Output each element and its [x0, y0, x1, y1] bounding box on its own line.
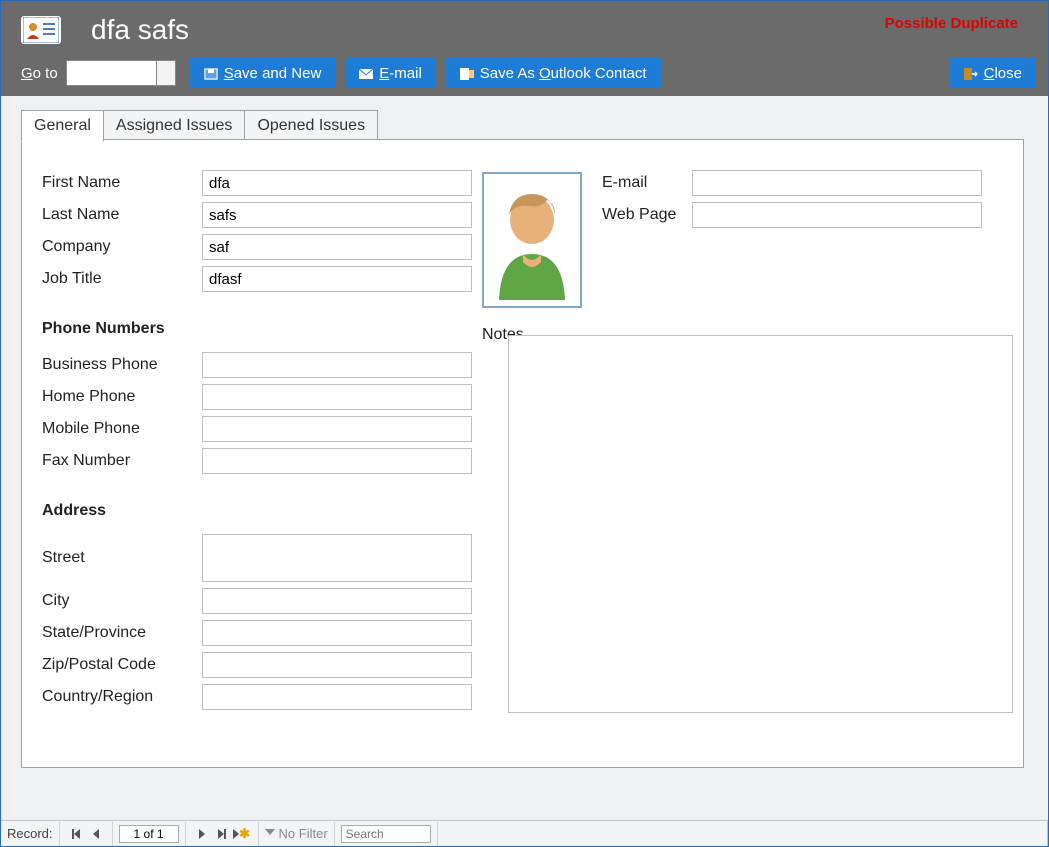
- filter-icon: [265, 829, 275, 839]
- email-input[interactable]: [692, 170, 982, 196]
- close-button[interactable]: Close: [950, 58, 1036, 88]
- phone-section-header: Phone Numbers: [42, 320, 482, 338]
- page-title: dfa safs: [91, 14, 189, 46]
- label-zip: Zip/Postal Code: [42, 656, 202, 674]
- label-country: Country/Region: [42, 688, 202, 706]
- label-email: E-mail: [602, 174, 692, 192]
- tab-strip: General Assigned Issues Opened Issues: [21, 110, 377, 142]
- address-section-header: Address: [42, 502, 482, 520]
- job-title-input[interactable]: [202, 266, 472, 292]
- next-record-button[interactable]: [192, 824, 212, 844]
- record-navigation-bar: Record: ✱ No Filter: [1, 820, 1048, 846]
- city-input[interactable]: [202, 588, 472, 614]
- filter-indicator[interactable]: No Filter: [259, 822, 335, 846]
- tab-opened-issues[interactable]: Opened Issues: [244, 110, 378, 142]
- door-exit-icon: [964, 67, 978, 79]
- state-input[interactable]: [202, 620, 472, 646]
- left-column: First Name Last Name Company Job Title P…: [42, 170, 482, 716]
- business-phone-input[interactable]: [202, 352, 472, 378]
- label-street: Street: [42, 549, 202, 567]
- outlook-icon: [460, 67, 474, 79]
- new-record-button[interactable]: ✱: [232, 824, 252, 844]
- label-mobile-phone: Mobile Phone: [42, 420, 202, 438]
- home-phone-input[interactable]: [202, 384, 472, 410]
- label-job-title: Job Title: [42, 270, 202, 288]
- record-label: Record:: [1, 822, 60, 846]
- label-last-name: Last Name: [42, 206, 202, 224]
- last-name-input[interactable]: [202, 202, 472, 228]
- header-bar: dfa safs Possible Duplicate Go to Save a…: [1, 1, 1048, 96]
- label-first-name: First Name: [42, 174, 202, 192]
- notes-textarea[interactable]: [508, 335, 1013, 713]
- label-home-phone: Home Phone: [42, 388, 202, 406]
- label-company: Company: [42, 238, 202, 256]
- tab-assigned-issues[interactable]: Assigned Issues: [103, 110, 246, 142]
- tab-general[interactable]: General: [21, 110, 104, 142]
- save-icon: [204, 67, 218, 79]
- webpage-input[interactable]: [692, 202, 982, 228]
- label-fax-number: Fax Number: [42, 452, 202, 470]
- goto-label[interactable]: Go to: [21, 65, 58, 82]
- chevron-down-icon: [163, 69, 171, 74]
- country-input[interactable]: [202, 684, 472, 710]
- first-record-button[interactable]: [66, 824, 86, 844]
- prev-record-button[interactable]: [86, 824, 106, 844]
- mail-icon: [359, 67, 373, 79]
- fax-number-input[interactable]: [202, 448, 472, 474]
- first-name-input[interactable]: [202, 170, 472, 196]
- duplicate-warning: Possible Duplicate: [885, 15, 1018, 32]
- toolbar: Go to Save and New E-mail Save As Outloo…: [21, 57, 1036, 89]
- contact-card-icon: [21, 16, 61, 44]
- label-business-phone: Business Phone: [42, 356, 202, 374]
- contact-form-window: dfa safs Possible Duplicate Go to Save a…: [0, 0, 1049, 847]
- zip-input[interactable]: [202, 652, 472, 678]
- contact-photo[interactable]: [482, 172, 582, 308]
- save-and-new-button[interactable]: Save and New: [190, 58, 336, 88]
- save-as-outlook-button[interactable]: Save As Outlook Contact: [446, 58, 661, 88]
- company-input[interactable]: [202, 234, 472, 260]
- label-state: State/Province: [42, 624, 202, 642]
- mobile-phone-input[interactable]: [202, 416, 472, 442]
- street-input[interactable]: [202, 534, 472, 582]
- last-record-button[interactable]: [212, 824, 232, 844]
- record-position-box[interactable]: [119, 825, 179, 843]
- record-search-box[interactable]: [341, 825, 431, 843]
- goto-dropdown[interactable]: [66, 60, 176, 86]
- general-tab-panel: First Name Last Name Company Job Title P…: [21, 139, 1024, 768]
- label-city: City: [42, 592, 202, 610]
- label-webpage: Web Page: [602, 206, 692, 224]
- email-button[interactable]: E-mail: [345, 58, 436, 88]
